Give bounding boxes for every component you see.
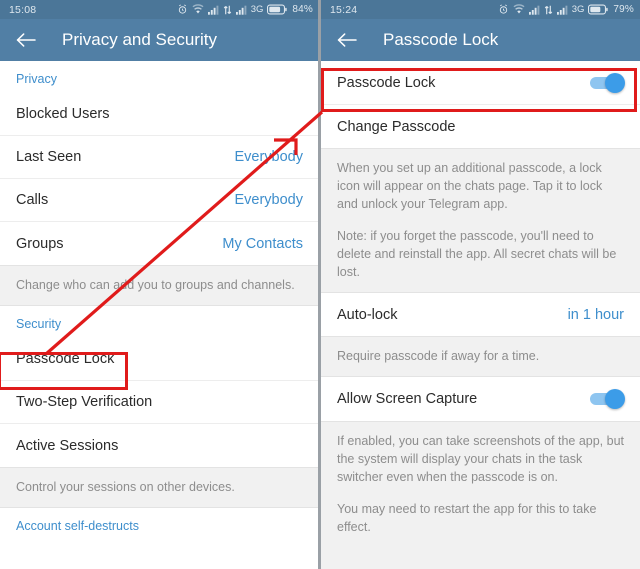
row-groups[interactable]: Groups My Contacts [0, 222, 319, 265]
row-two-step-verification[interactable]: Two-Step Verification [0, 381, 319, 424]
row-label: Groups [16, 235, 64, 252]
hint-text: Control your sessions on other devices. [16, 480, 235, 494]
row-label: Blocked Users [16, 106, 110, 122]
toggle-thumb [605, 72, 625, 93]
row-value: Everybody [234, 149, 303, 165]
toggle-thumb [605, 389, 625, 409]
left-settings-list: Privacy Blocked Users Last Seen Everybod… [0, 61, 319, 560]
passcode-lock-toggle[interactable] [590, 72, 625, 93]
row-change-passcode[interactable]: Change Passcode [321, 105, 640, 148]
right-settings-list: Passcode Lock Change Passcode When you s… [321, 61, 640, 569]
row-label: Two-Step Verification [16, 394, 153, 410]
row-last-seen[interactable]: Last Seen Everybody [0, 136, 319, 179]
wifi-icon [192, 4, 204, 15]
status-clock: 15:24 [330, 3, 358, 16]
status-icon-group: 3G 79% [498, 4, 634, 15]
row-calls[interactable]: Calls Everybody [0, 179, 319, 222]
hint-text-note: Note: if you forget the passcode, you'll… [337, 229, 617, 279]
row-auto-lock[interactable]: Auto-lock in 1 hour [321, 293, 640, 336]
hint-text: Require passcode if away for a time. [337, 349, 540, 363]
phone-separator [318, 0, 321, 569]
section-header-account-self-destructs: Account self-destructs [16, 519, 139, 533]
row-blocked-users[interactable]: Blocked Users [0, 93, 319, 136]
row-label: Allow Screen Capture [337, 391, 478, 407]
row-active-sessions[interactable]: Active Sessions [0, 424, 319, 467]
signal-icon [235, 5, 247, 15]
hint-auto-lock: Require passcode if away for a time. [321, 336, 640, 377]
bottom-fade [0, 555, 319, 569]
row-value: Everybody [234, 192, 303, 208]
left-app-bar: Privacy and Security [0, 19, 319, 61]
wifi-icon [513, 4, 525, 15]
status-icon-group: 3G 84% [177, 4, 313, 15]
row-value: My Contacts [222, 235, 303, 252]
hint-text-restart: You may need to restart the app for this… [337, 502, 597, 534]
section-header-privacy: Privacy [16, 72, 57, 86]
row-label: Passcode Lock [337, 74, 436, 91]
row-value: in 1 hour [567, 306, 624, 323]
row-allow-screen-capture[interactable]: Allow Screen Capture [321, 377, 640, 421]
back-arrow-icon[interactable] [13, 27, 39, 53]
hint-text: When you set up an additional passcode, … [337, 161, 603, 211]
screenshot-root: 15:08 3G 84% Privacy and Security Privac… [0, 0, 640, 569]
row-label: Auto-lock [337, 306, 398, 323]
row-passcode-lock-toggle[interactable]: Passcode Lock [321, 61, 640, 105]
page-title: Passcode Lock [383, 30, 499, 49]
hint-passcode-lock-info: When you set up an additional passcode, … [321, 148, 640, 293]
battery-icon [588, 4, 609, 15]
right-phone-panel: 15:24 3G 79% Passcode Lock Passcode Lock… [321, 0, 640, 569]
battery-percent-label: 84% [292, 3, 313, 15]
back-arrow-icon[interactable] [334, 27, 360, 53]
screen-capture-toggle[interactable] [590, 389, 625, 409]
left-phone-panel: 15:08 3G 84% Privacy and Security Privac… [0, 0, 319, 569]
battery-percent-label: 79% [613, 3, 634, 15]
section-header-security: Security [16, 317, 62, 331]
network-type-label: 3G [571, 3, 585, 15]
data-transfer-icon [544, 5, 553, 15]
alarm-icon [177, 4, 188, 15]
left-status-bar: 15:08 3G 84% [0, 0, 319, 19]
signal-icon [556, 5, 568, 15]
page-title: Privacy and Security [62, 30, 217, 49]
row-label: Calls [16, 192, 49, 208]
hint-sessions: Control your sessions on other devices. [0, 467, 319, 508]
hint-text: If enabled, you can take screenshots of … [337, 434, 624, 484]
row-passcode-lock[interactable]: Passcode Lock [0, 338, 319, 381]
battery-icon [267, 4, 288, 15]
signal-icon [528, 5, 540, 15]
right-status-bar: 15:24 3G 79% [321, 0, 640, 19]
row-label: Passcode Lock [16, 351, 115, 367]
row-label: Last Seen [16, 149, 82, 165]
hint-groups: Change who can add you to groups and cha… [0, 265, 319, 306]
right-app-bar: Passcode Lock [321, 19, 640, 61]
hint-screen-capture: If enabled, you can take screenshots of … [321, 421, 640, 569]
row-label: Active Sessions [16, 437, 119, 454]
hint-text: Change who can add you to groups and cha… [16, 278, 295, 292]
data-transfer-icon [223, 5, 232, 15]
row-label: Change Passcode [337, 118, 456, 135]
status-clock: 15:08 [9, 3, 37, 16]
signal-icon [207, 5, 219, 15]
network-type-label: 3G [250, 3, 264, 15]
alarm-icon [498, 4, 509, 15]
